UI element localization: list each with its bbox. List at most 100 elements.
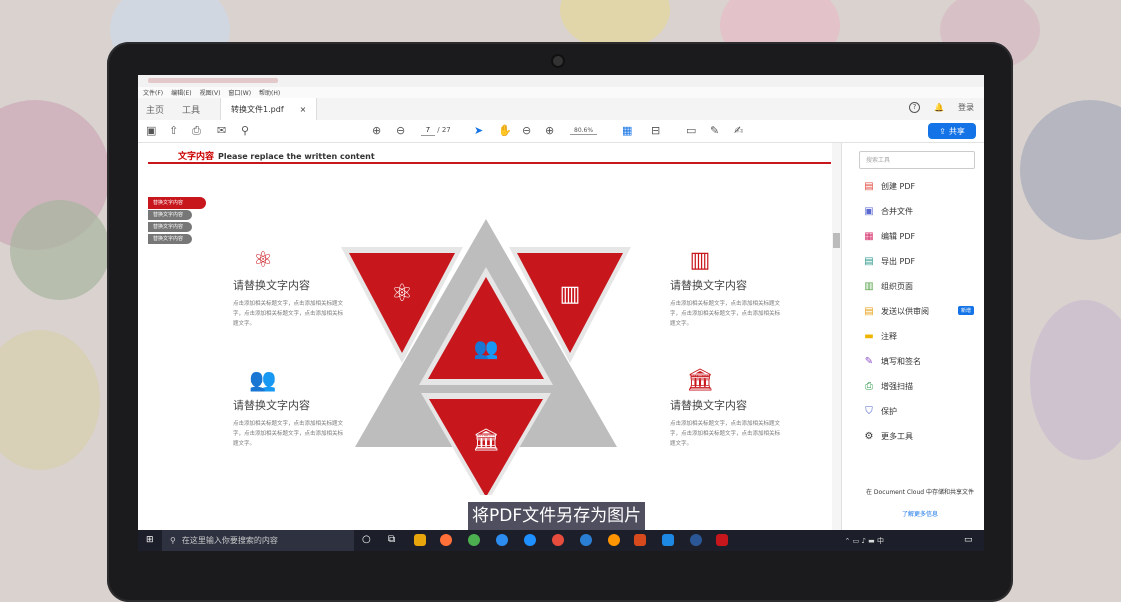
tool-protect[interactable]: ⛉ 保护	[863, 406, 897, 417]
prev-page-icon[interactable]: ⊕	[372, 124, 381, 137]
tool-send-review[interactable]: ▤ 发送以供审阅	[863, 306, 929, 317]
share-label: 共享	[948, 126, 965, 136]
webcam	[553, 56, 563, 66]
triangle-graphic: ⚛ ▥ 👥 🏛	[341, 219, 631, 495]
enhance-scan-icon: ⎙	[865, 381, 873, 392]
tool-combine-files[interactable]: ▣ 合并文件	[863, 206, 913, 217]
hand-icon[interactable]: ✋	[498, 124, 512, 137]
next-page-icon[interactable]: ⊖	[396, 124, 405, 137]
tab-document[interactable]: 转换文件1.pdf ×	[220, 98, 318, 120]
ime-indicator[interactable]: 中	[877, 537, 884, 545]
zoom-select[interactable]: 80.6%	[570, 127, 598, 135]
task-view-icon[interactable]: ⧉	[388, 534, 400, 546]
side-tab: 替换文字内容	[148, 234, 192, 244]
tool-label: 填写和签名	[881, 357, 921, 366]
fit-page-icon[interactable]: ▦	[622, 124, 632, 137]
taskbar-search[interactable]: ⚲ 在这里输入你要搜索的内容	[162, 530, 354, 551]
acrobat-icon[interactable]	[716, 534, 728, 546]
save-icon[interactable]: ▣	[146, 124, 156, 137]
tool-fill-sign[interactable]: ✎ 填写和签名	[863, 356, 921, 367]
tool-edit-pdf[interactable]: ▦ 编辑 PDF	[863, 231, 915, 242]
sign-icon[interactable]: ✍	[734, 124, 743, 137]
tool-label: 注释	[881, 332, 897, 341]
side-tab: 替换文字内容	[148, 197, 206, 209]
pen-icon[interactable]: ✎	[710, 124, 719, 137]
close-icon[interactable]: ×	[300, 105, 307, 114]
edge-icon[interactable]	[662, 534, 674, 546]
taskbar-search-placeholder: 在这里输入你要搜索的内容	[181, 536, 278, 545]
ie-icon[interactable]	[580, 534, 592, 546]
menu-window[interactable]: 窗口(W)	[228, 88, 251, 97]
browser-icon[interactable]	[496, 534, 508, 546]
item-desc: 点击添加相关标题文字，点击添加相关标题文字，点击添加相关标题文字，点击添加相关标…	[670, 421, 781, 447]
word-icon[interactable]	[690, 534, 702, 546]
windows-taskbar: ⊞ ⚲ 在这里输入你要搜索的内容 ○ ⧉ ⌃ ▭ ♪ ▬ 中 ▭	[138, 530, 984, 551]
login-link[interactable]: 登录	[958, 102, 974, 113]
email-icon[interactable]: ✉	[217, 124, 226, 137]
bar-chart-icon: ▥	[689, 248, 711, 273]
scroll-thumb[interactable]	[833, 233, 840, 248]
zoom-in-icon[interactable]: ⊕	[545, 124, 554, 137]
comment-tool-icon[interactable]: ▭	[686, 124, 696, 137]
video-subtitle: 将PDF文件另存为图片	[468, 502, 646, 530]
item-title: 请替换文字内容	[670, 399, 747, 412]
content-item-bank: 🏛 请替换文字内容 点击添加相关标题文字，点击添加相关标题文字，点击添加相关标题…	[670, 368, 780, 449]
acrobat-window: 文件(F) 编辑(E) 视图(V) 窗口(W) 帮助(H) 主页 工具 转换文件…	[138, 75, 984, 551]
upload-icon[interactable]: ⇧	[169, 124, 178, 137]
app-icon[interactable]	[608, 534, 620, 546]
bell-icon[interactable]: 🔔	[934, 103, 944, 112]
notification-icon[interactable]: ▭	[964, 534, 976, 546]
learn-more-link[interactable]: 了解更多信息	[860, 509, 980, 518]
tool-more-tools[interactable]: ⚙ 更多工具	[863, 431, 913, 442]
content-item-chart: ▥ 请替换文字内容 点击添加相关标题文字，点击添加相关标题文字，点击添加相关标题…	[670, 248, 780, 329]
tool-label: 合并文件	[881, 207, 913, 216]
page-input[interactable]	[421, 126, 435, 136]
cortana-icon[interactable]: ○	[362, 534, 374, 546]
tool-label: 更多工具	[881, 432, 913, 441]
firefox-icon[interactable]	[440, 534, 452, 546]
tool-enhance-scan[interactable]: ⎙ 增强扫描	[863, 381, 913, 392]
explorer-icon[interactable]	[414, 534, 426, 546]
tools-search-input[interactable]: 搜索工具	[859, 151, 975, 169]
tab-home[interactable]: 主页	[146, 103, 164, 116]
select-cursor-icon[interactable]: ➤	[474, 124, 483, 137]
system-tray[interactable]: ⌃ ▭ ♪ ▬ 中	[845, 536, 884, 546]
svg-text:⚛: ⚛	[391, 279, 413, 307]
tool-comment[interactable]: ▬ 注释	[863, 331, 897, 342]
chrome-icon[interactable]	[468, 534, 480, 546]
zoom-out-icon[interactable]: ⊖	[522, 124, 531, 137]
share-button[interactable]: ⇪ 共享	[928, 123, 976, 139]
pdf-page: 文字内容 Please replace the written content 替…	[148, 143, 831, 531]
scroll-mode-icon[interactable]: ⊟	[651, 124, 660, 137]
document-view[interactable]: 文字内容 Please replace the written content 替…	[138, 143, 842, 531]
document-scrollbar[interactable]	[832, 143, 841, 531]
tool-organize-pages[interactable]: ▥ 组织页面	[863, 281, 913, 292]
app-icon[interactable]	[552, 534, 564, 546]
menu-help[interactable]: 帮助(H)	[259, 88, 280, 97]
tool-label: 增强扫描	[881, 382, 913, 391]
help-icon[interactable]: ?	[909, 102, 921, 113]
wps-icon[interactable]	[634, 534, 646, 546]
tool-export-pdf[interactable]: ▤ 导出 PDF	[863, 256, 915, 267]
window-titlebar	[138, 75, 984, 87]
content-item-atom: ⚛ 请替换文字内容 点击添加相关标题文字，点击添加相关标题文字，点击添加相关标题…	[233, 248, 343, 329]
bank-icon: 🏛	[686, 368, 714, 393]
slide-side-tabs: 替换文字内容 替换文字内容 替换文字内容 替换文字内容	[148, 197, 206, 246]
svg-text:🏛: 🏛	[472, 428, 500, 453]
app-icon[interactable]	[524, 534, 536, 546]
tab-tools[interactable]: 工具	[182, 103, 200, 116]
print-icon[interactable]: ⎙	[192, 124, 201, 137]
tool-create-pdf[interactable]: ▤ 创建 PDF	[863, 181, 915, 192]
slide-heading: 文字内容 Please replace the written content	[178, 149, 375, 162]
side-tab: 替换文字内容	[148, 222, 192, 232]
menu-file[interactable]: 文件(F)	[143, 88, 163, 97]
atom-icon: ⚛	[253, 248, 273, 273]
windows-start-icon[interactable]: ⊞	[146, 535, 156, 545]
protect-icon: ⛉	[865, 406, 873, 417]
menu-view[interactable]: 视图(V)	[200, 88, 221, 97]
search-icon[interactable]: ⚲	[241, 124, 249, 137]
menu-edit[interactable]: 编辑(E)	[171, 88, 191, 97]
page-indicator: / 27	[421, 126, 451, 136]
cloud-text: 在 Document Cloud 中存储和共享文件	[866, 489, 974, 496]
tool-label: 创建 PDF	[881, 182, 916, 191]
